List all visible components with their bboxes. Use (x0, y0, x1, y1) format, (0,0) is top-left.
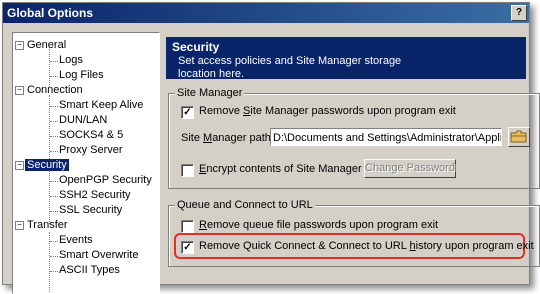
tree-item-smart-keep-alive-label: Smart Keep Alive (59, 99, 144, 111)
remove-quick-connect-history-checkbox[interactable]: ✓ (181, 241, 194, 254)
tree-item-security-label: Security (25, 159, 69, 171)
collapse-icon[interactable]: − (15, 86, 24, 95)
tree-item-ssl-security-label: SSL Security (59, 204, 123, 216)
tree-item-smart-overwrite[interactable]: Smart Overwrite (57, 249, 140, 264)
tree-item-security[interactable]: − Security (15, 159, 69, 174)
checkmark-icon: ✓ (183, 242, 192, 253)
tree-item-ascii-types[interactable]: ASCII Types (57, 264, 122, 279)
encrypt-site-manager-label[interactable]: Encrypt contents of Site Manager (199, 163, 362, 175)
tree-item-transfer-label: Transfer (27, 219, 68, 231)
tree-item-socks[interactable]: SOCKS4 & 5 (57, 129, 125, 144)
folder-icon (510, 130, 527, 143)
tree-item-openpgp-security[interactable]: OpenPGP Security (57, 174, 154, 189)
options-tree[interactable]: − General Logs Log Files − Connection Sm… (12, 32, 160, 294)
remove-quick-connect-history-label[interactable]: Remove Quick Connect & Connect to URL hi… (199, 240, 534, 252)
tree-item-log-files[interactable]: Log Files (57, 69, 106, 84)
tree-item-transfer[interactable]: − Transfer (15, 219, 70, 234)
collapse-icon[interactable]: − (15, 41, 24, 50)
change-password-button[interactable]: Change Password (364, 159, 456, 178)
queue-legend: Queue and Connect to URL (175, 199, 315, 211)
tree-item-smart-overwrite-label: Smart Overwrite (59, 249, 139, 261)
section-description: Set access policies and Site Manager sto… (178, 55, 402, 80)
tree-item-dun-lan-label: DUN/LAN (59, 114, 108, 126)
section-title: Security (172, 40, 220, 54)
tree-item-connection[interactable]: − Connection (15, 84, 85, 99)
tree-item-general-label: General (27, 39, 67, 51)
tree-item-dun-lan[interactable]: DUN/LAN (57, 114, 109, 129)
tree-item-smart-keep-alive[interactable]: Smart Keep Alive (57, 99, 145, 114)
tree-item-openpgp-security-label: OpenPGP Security (59, 174, 152, 186)
remove-queue-passwords-label[interactable]: Remove queue file passwords upon program… (199, 219, 438, 231)
browse-folder-button[interactable] (508, 127, 530, 147)
remove-queue-passwords-checkbox[interactable] (181, 220, 194, 233)
encrypt-site-manager-checkbox[interactable] (181, 164, 194, 177)
collapse-icon[interactable]: − (15, 221, 24, 230)
tree-item-ascii-types-label: ASCII Types (59, 264, 120, 276)
checkmark-icon: ✓ (183, 107, 192, 118)
tree-item-connection-label: Connection (27, 84, 83, 96)
tree-item-ssl-security[interactable]: SSL Security (57, 204, 124, 219)
title-bar[interactable]: Global Options ? (3, 3, 529, 23)
collapse-icon[interactable]: − (15, 161, 24, 170)
site-manager-legend: Site Manager (175, 87, 245, 99)
remove-site-manager-passwords-checkbox[interactable]: ✓ (181, 106, 194, 119)
security-header: Security Set access policies and Site Ma… (166, 37, 526, 80)
tree-item-events-label: Events (59, 234, 93, 246)
tree-item-general[interactable]: − General (15, 39, 68, 54)
site-manager-path-input[interactable]: D:\Documents and Settings\Administrator\… (270, 128, 502, 146)
window-title: Global Options (7, 6, 93, 20)
tree-item-ssh2-security-label: SSH2 Security (59, 189, 131, 201)
remove-site-manager-passwords-label[interactable]: Remove Site Manager passwords upon progr… (199, 105, 456, 117)
site-manager-path-label: Site Manager path: (181, 132, 274, 144)
tree-item-ssh2-security[interactable]: SSH2 Security (57, 189, 133, 204)
tree-item-logs[interactable]: Logs (57, 54, 85, 69)
help-button[interactable]: ? (511, 5, 527, 21)
tree-item-log-files-label: Log Files (59, 69, 104, 81)
tree-item-socks-label: SOCKS4 & 5 (59, 129, 124, 141)
tree-item-events[interactable]: Events (57, 234, 95, 249)
tree-item-proxy-server-label: Proxy Server (59, 144, 123, 156)
tree-item-proxy-server[interactable]: Proxy Server (57, 144, 125, 159)
tree-item-logs-label: Logs (59, 54, 83, 66)
